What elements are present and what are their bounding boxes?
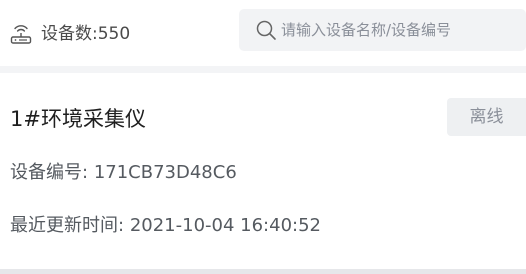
search-bar[interactable] <box>239 9 526 51</box>
last-updated-row: 最近更新时间: 2021-10-04 16:40:52 <box>10 214 321 238</box>
device-code-label: 设备编号: <box>10 162 89 183</box>
search-icon <box>256 20 276 40</box>
status-badge: 离线 <box>447 98 526 136</box>
top-bar: 设备数:550 <box>0 0 526 66</box>
router-icon <box>10 25 32 44</box>
device-code-row: 设备编号: 171CB73D48C6 <box>10 161 237 185</box>
next-card-edge <box>0 269 526 274</box>
device-code-value: 171CB73D48C6 <box>93 162 237 183</box>
device-card[interactable]: 1#环境采集仪 离线 设备编号: 171CB73D48C6 最近更新时间: 20… <box>0 73 526 269</box>
search-input[interactable] <box>281 21 511 39</box>
last-updated-label: 最近更新时间: <box>10 215 125 236</box>
device-count: 设备数:550 <box>9 22 130 46</box>
device-count-label: 设备数:550 <box>41 24 131 44</box>
device-name: 1#环境采集仪 <box>10 107 146 131</box>
device-list-screen: 设备数:550 1#环境采集仪 离线 设备编号: 171CB73D48C6 最近… <box>0 0 526 274</box>
last-updated-value: 2021-10-04 16:40:52 <box>129 215 321 236</box>
